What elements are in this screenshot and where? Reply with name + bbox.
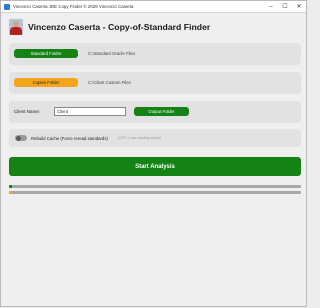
standard-folder-path: C:\Standard Oracle Files (88, 51, 136, 56)
title-bar: Vincenzo Caserta JDE Copy Finder © 2026 … (1, 1, 306, 13)
standard-folder-panel: Standard Folder C:\Standard Oracle Files (9, 43, 301, 65)
maximize-button[interactable]: ☐ (278, 1, 292, 12)
standard-folder-button[interactable]: Standard Folder (14, 49, 78, 58)
progress-bar-primary (9, 185, 301, 188)
avatar (9, 19, 23, 35)
minimize-button[interactable]: – (264, 1, 278, 12)
copies-folder-path: C:\Client Custom Files (88, 80, 131, 85)
client-name-input[interactable]: Client (54, 107, 126, 116)
output-folder-button[interactable]: Output Folder (134, 107, 189, 116)
progress-fill-primary (9, 185, 12, 188)
copies-folder-button[interactable]: Copies Folder (14, 78, 78, 87)
client-panel: Client Name: Client Output Folder (9, 101, 301, 123)
window-title: Vincenzo Caserta JDE Copy Finder © 2026 … (13, 4, 134, 9)
app-window: Vincenzo Caserta JDE Copy Finder © 2026 … (0, 0, 307, 307)
rebuild-cache-toggle[interactable] (15, 135, 27, 141)
rebuild-cache-hint: (OFF = use existing cache) (118, 136, 162, 140)
start-analysis-button[interactable]: Start Analysis (9, 157, 301, 176)
rebuild-cache-label: Rebuild Cache (Force reread standards) (31, 135, 108, 141)
cache-panel: Rebuild Cache (Force reread standards) (… (9, 129, 301, 147)
toggle-knob (15, 135, 21, 141)
copies-folder-panel: Copies Folder C:\Client Custom Files (9, 72, 301, 94)
close-button[interactable]: ✕ (292, 1, 306, 12)
progress-bar-secondary (9, 191, 301, 194)
page-title: Vincenzo Caserta - Copy-of-Standard Find… (28, 22, 211, 32)
header: Vincenzo Caserta - Copy-of-Standard Find… (9, 19, 210, 35)
progress-fill-secondary (9, 191, 12, 194)
app-icon (4, 3, 10, 10)
window-controls: – ☐ ✕ (264, 1, 306, 12)
client-name-label: Client Name: (14, 109, 41, 114)
